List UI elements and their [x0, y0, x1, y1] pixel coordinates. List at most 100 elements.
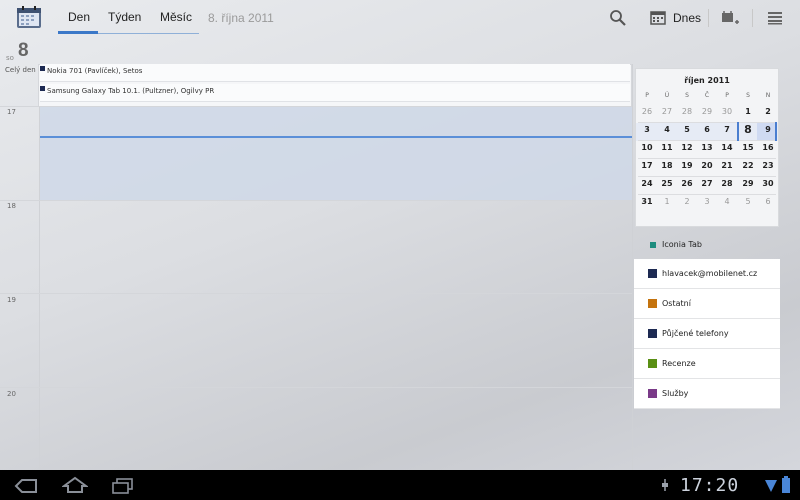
mini-calendar-day[interactable]: 14 [717, 143, 737, 152]
tab-month[interactable]: Měsíc [160, 10, 192, 24]
mini-calendar-day[interactable]: 23 [758, 161, 778, 170]
all-day-label: Celý den [5, 66, 36, 74]
event-item[interactable]: Nokia 701 (Pavlíček), Setos [40, 64, 630, 82]
mini-calendar-day[interactable]: 30 [758, 179, 778, 188]
mini-calendar-day[interactable]: 25 [657, 179, 677, 188]
calendar-item[interactable]: Půjčené telefony [634, 319, 780, 349]
home-icon[interactable] [62, 476, 88, 494]
hour-line [0, 387, 632, 388]
calendar-item[interactable]: hlavacek@mobilenet.cz [634, 259, 780, 289]
mini-calendar-day[interactable]: 31 [637, 197, 657, 206]
today-button[interactable]: Dnes [673, 11, 701, 25]
mini-calendar-day[interactable]: 30 [717, 107, 737, 116]
tab-week[interactable]: Týden [108, 10, 141, 24]
calendar-name: hlavacek@mobilenet.cz [662, 269, 758, 278]
action-bar: Den Týden Měsíc 8. října 2011 Dnes [0, 0, 800, 36]
event-title: Samsung Galaxy Tab 10.1. (Pultzner), Ogi… [47, 87, 215, 95]
calendar-color-swatch [648, 359, 657, 368]
mini-calendar-day[interactable]: 29 [738, 179, 758, 188]
day-number: 8 [18, 40, 29, 61]
event-color-marker [40, 66, 45, 71]
mini-calendar-day[interactable]: 20 [697, 161, 717, 170]
hour-label: 18 [7, 202, 16, 210]
selected-day-marker [737, 122, 777, 141]
mini-calendar-day[interactable]: 2 [677, 197, 697, 206]
calendar-color-swatch [648, 299, 657, 308]
calendar-color-swatch [648, 269, 657, 278]
battery-icon [782, 476, 790, 493]
calendar-color-swatch [650, 242, 656, 248]
mini-calendar-day[interactable]: 18 [657, 161, 677, 170]
back-icon[interactable] [14, 478, 38, 494]
new-event-icon[interactable] [720, 9, 740, 27]
hour-label: 17 [7, 108, 16, 116]
mini-calendar-day[interactable]: 1 [738, 107, 758, 116]
mini-calendar-day[interactable]: 11 [657, 143, 677, 152]
search-icon[interactable] [609, 9, 627, 27]
active-tab-indicator [58, 31, 98, 34]
mini-calendar-title: říjen 2011 [684, 76, 730, 85]
status-clock: 17:20 [680, 475, 740, 496]
grid-divider [39, 107, 40, 470]
mini-calendar-day[interactable]: 19 [677, 161, 697, 170]
day-of-week: so [6, 54, 14, 62]
hour-line [0, 106, 632, 107]
mini-calendar-dow: P [645, 92, 649, 99]
action-divider [752, 9, 753, 27]
mini-calendar-row-divider [638, 176, 776, 177]
mini-calendar-day[interactable]: 24 [637, 179, 657, 188]
mini-calendar-day[interactable]: 15 [738, 143, 758, 152]
mini-calendar-day[interactable]: 4 [717, 197, 737, 206]
menu-icon[interactable] [767, 11, 783, 25]
mini-calendar-day[interactable]: 28 [677, 107, 697, 116]
mini-calendar-day[interactable]: 1 [657, 197, 677, 206]
calendar-color-swatch [648, 329, 657, 338]
calendar-name: Ostatní [662, 299, 691, 308]
today-calendar-icon[interactable] [650, 10, 666, 25]
mini-calendar-day[interactable]: 3 [697, 197, 717, 206]
mini-calendar-dow: P [725, 92, 729, 99]
mini-calendar-day[interactable]: 6 [758, 197, 778, 206]
mini-calendar-day[interactable]: 26 [677, 179, 697, 188]
calendar-name: Recenze [662, 359, 696, 368]
recent-apps-icon[interactable] [112, 478, 134, 494]
mini-calendar-day[interactable]: 10 [637, 143, 657, 152]
current-hour-highlight[interactable] [40, 107, 632, 200]
hour-label: 20 [7, 390, 16, 398]
calendar-app-icon[interactable] [16, 5, 42, 29]
mini-calendar-day[interactable]: 26 [637, 107, 657, 116]
mini-calendar-dow: Č [704, 92, 710, 99]
mini-calendar-day[interactable]: 7 [717, 125, 737, 134]
date-title: 8. října 2011 [208, 11, 274, 25]
calendar-item[interactable]: Recenze [634, 349, 780, 379]
tab-day[interactable]: Den [68, 10, 90, 24]
mini-calendar-day[interactable]: 5 [677, 125, 697, 134]
mini-calendar-day[interactable]: 28 [717, 179, 737, 188]
mini-calendar-day[interactable]: 4 [657, 125, 677, 134]
mini-calendar-day[interactable]: 27 [657, 107, 677, 116]
mini-calendar-day[interactable]: 3 [637, 125, 657, 134]
mini-calendar-day[interactable]: 22 [738, 161, 758, 170]
calendar-item[interactable]: Služby [634, 379, 780, 409]
mini-calendar-day[interactable]: 6 [697, 125, 717, 134]
mini-calendar-day[interactable]: 29 [697, 107, 717, 116]
mini-calendar-dow: S [685, 92, 689, 99]
mini-calendar: říjen 2011 PÚSČPSN 26 27 28 29 30 1 2 3 4 5 6 7 8 9 10… [635, 68, 779, 227]
mini-calendar-day[interactable]: 2 [758, 107, 778, 116]
calendar-item[interactable]: Ostatní [634, 289, 780, 319]
mini-calendar-day[interactable]: 16 [758, 143, 778, 152]
calendar-name: Služby [662, 389, 689, 398]
calendar-item[interactable]: Iconia Tab [634, 232, 780, 258]
hour-label: 19 [7, 296, 16, 304]
mini-calendar-day[interactable]: 5 [738, 197, 758, 206]
event-title: Nokia 701 (Pavlíček), Setos [47, 67, 143, 75]
hour-line [0, 200, 632, 201]
mini-calendar-day[interactable]: 13 [697, 143, 717, 152]
mini-calendar-day[interactable]: 21 [717, 161, 737, 170]
calendar-color-swatch [648, 389, 657, 398]
mini-calendar-day[interactable]: 17 [637, 161, 657, 170]
mini-calendar-day[interactable]: 12 [677, 143, 697, 152]
mini-calendar-day[interactable]: 27 [697, 179, 717, 188]
event-item[interactable]: Samsung Galaxy Tab 10.1. (Pultzner), Ogi… [40, 84, 630, 102]
hour-line [0, 293, 632, 294]
